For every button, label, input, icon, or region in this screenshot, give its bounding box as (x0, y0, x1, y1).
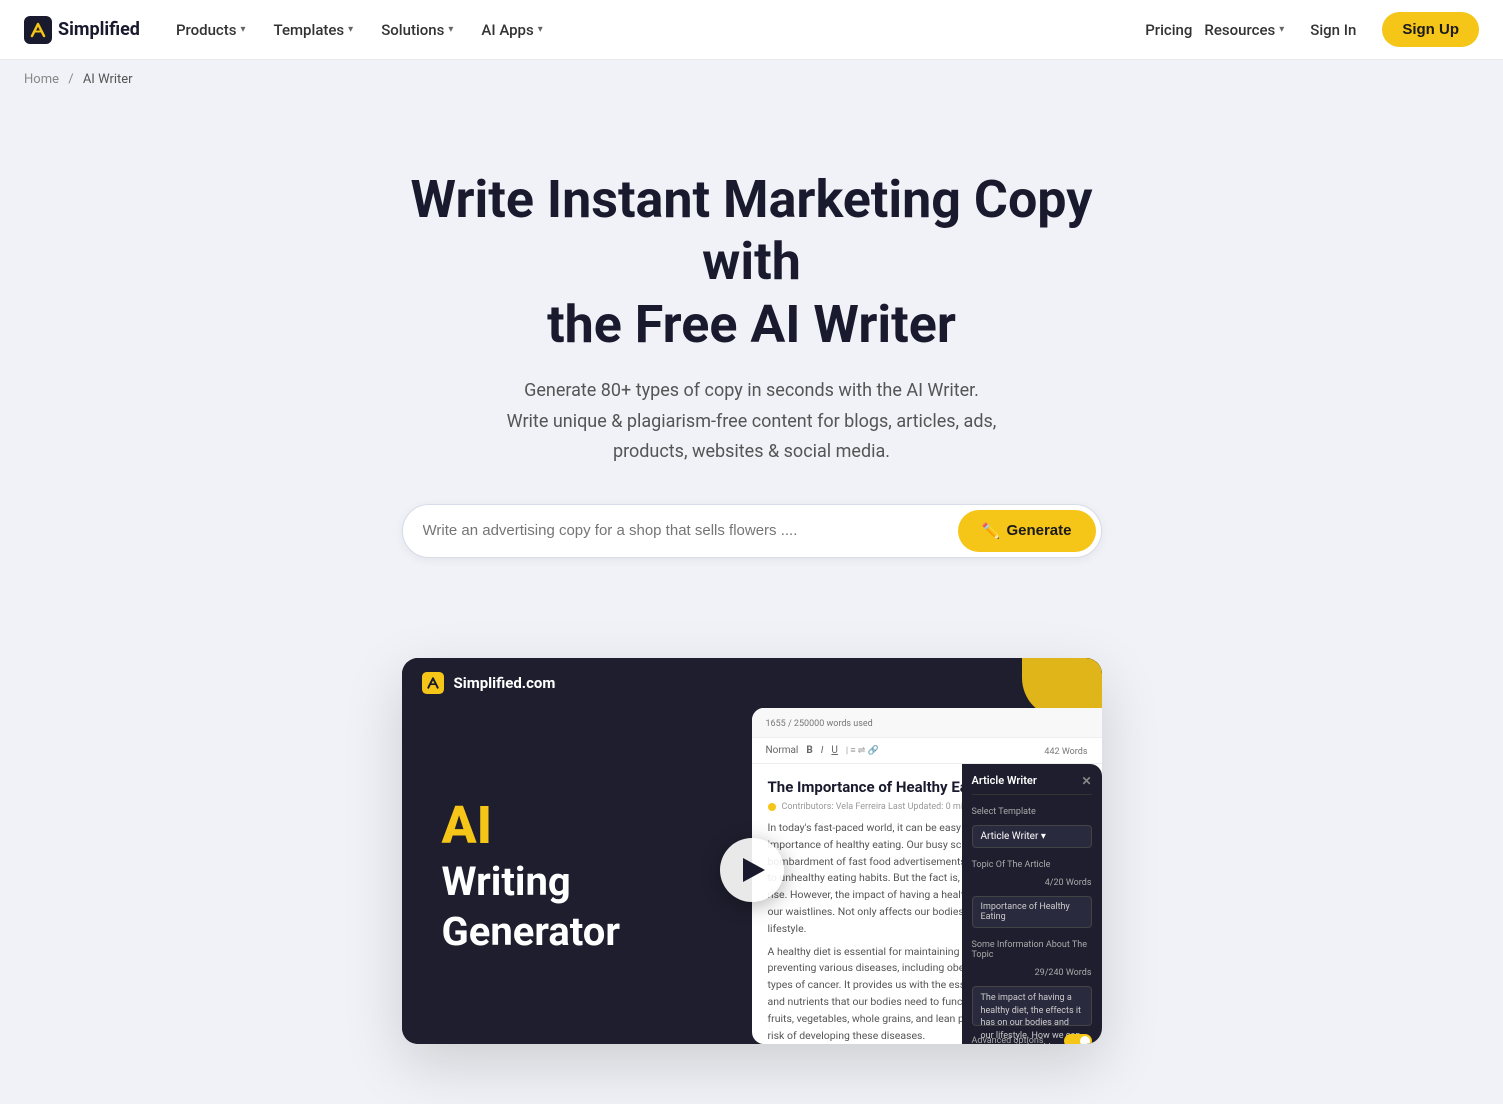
signup-button[interactable]: Sign Up (1382, 12, 1479, 47)
logo[interactable]: Simplified (24, 16, 140, 44)
topic-counter: 4/20 Words (972, 878, 1092, 888)
doc-counter: 1655 / 250000 words used (766, 719, 873, 729)
doc-body: The Importance of Healthy Eating Contrib… (752, 764, 1102, 1044)
doc-meta-dot (768, 803, 776, 811)
advanced-options-label[interactable]: Advanced options (972, 1036, 1044, 1044)
nav-solutions[interactable]: Solutions ▾ (369, 13, 465, 47)
breadcrumb-separator: / (68, 72, 73, 87)
resources-chevron-icon: ▾ (1279, 24, 1284, 35)
products-chevron-icon: ▾ (240, 24, 245, 35)
article-writer-panel: Article Writer ✕ Select Template Article… (962, 764, 1102, 1044)
search-bar: ✏️ Generate (402, 504, 1102, 558)
nav-right: Pricing Resources ▾ Sign In Sign Up (1145, 12, 1479, 47)
info-counter: 29/240 Words (972, 968, 1092, 978)
play-button[interactable] (720, 838, 784, 902)
video-ai-text: AI (442, 800, 722, 852)
info-label: Some Information About The Topic (972, 940, 1092, 960)
video-thumbnail[interactable]: Simplified.com AI Writing Generator 1655… (402, 658, 1102, 1044)
video-writing-text: Writing (442, 862, 722, 902)
template-select[interactable]: Article Writer ▾ (972, 825, 1092, 848)
nav-templates[interactable]: Templates ▾ (262, 13, 366, 47)
breadcrumb: Home / AI Writer (0, 60, 1503, 99)
generate-icon: ✏️ (982, 522, 1001, 540)
nav-resources[interactable]: Resources ▾ (1204, 21, 1284, 39)
breadcrumb-home[interactable]: Home (24, 72, 59, 87)
hero-subtext: Generate 80+ types of copy in seconds wi… (472, 376, 1032, 468)
breadcrumb-current: AI Writer (83, 72, 133, 87)
templates-chevron-icon: ▾ (348, 24, 353, 35)
video-generator-text: Generator (442, 912, 722, 952)
nav-ai-apps[interactable]: AI Apps ▾ (469, 13, 554, 47)
nav-pricing[interactable]: Pricing (1145, 21, 1192, 39)
word-count: 442 Words (1044, 747, 1087, 757)
info-textarea[interactable]: The impact of having a healthy diet, the… (972, 986, 1092, 1026)
hero-headline: Write Instant Marketing Copy with the Fr… (402, 169, 1102, 356)
generate-button[interactable]: ✏️ Generate (958, 510, 1096, 552)
video-header: Simplified.com (402, 658, 1102, 708)
play-icon (743, 858, 765, 882)
panel-bottom: Advanced options (972, 1034, 1092, 1044)
video-right-panel: 1655 / 250000 words used Normal B I U | … (752, 708, 1102, 1044)
ai-apps-chevron-icon: ▾ (538, 24, 543, 35)
topic-field[interactable]: Importance of Healthy Eating (972, 896, 1092, 928)
video-section: Simplified.com AI Writing Generator 1655… (0, 658, 1503, 1104)
topic-label: Topic Of The Article (972, 860, 1092, 870)
hero-section: Write Instant Marketing Copy with the Fr… (0, 99, 1503, 658)
navigation: Simplified Products ▾ Templates ▾ Soluti… (0, 0, 1503, 60)
panel-close-icon[interactable]: ✕ (1081, 774, 1091, 788)
nav-products[interactable]: Products ▾ (164, 13, 258, 47)
video-left-panel: AI Writing Generator (402, 708, 752, 1044)
search-input[interactable] (403, 508, 953, 553)
toggle-switch[interactable] (1064, 1034, 1092, 1044)
panel-title: Article Writer ✕ (972, 774, 1092, 795)
nav-links: Products ▾ Templates ▾ Solutions ▾ AI Ap… (164, 13, 1145, 47)
video-logo-text: Simplified.com (454, 674, 556, 692)
doc-toolbar: Normal B I U | ≡ ⇌ 🔗 442 Words (752, 738, 1102, 764)
doc-header: 1655 / 250000 words used (752, 708, 1102, 738)
signin-button[interactable]: Sign In (1296, 13, 1370, 47)
solutions-chevron-icon: ▾ (448, 24, 453, 35)
template-label: Select Template (972, 807, 1092, 817)
